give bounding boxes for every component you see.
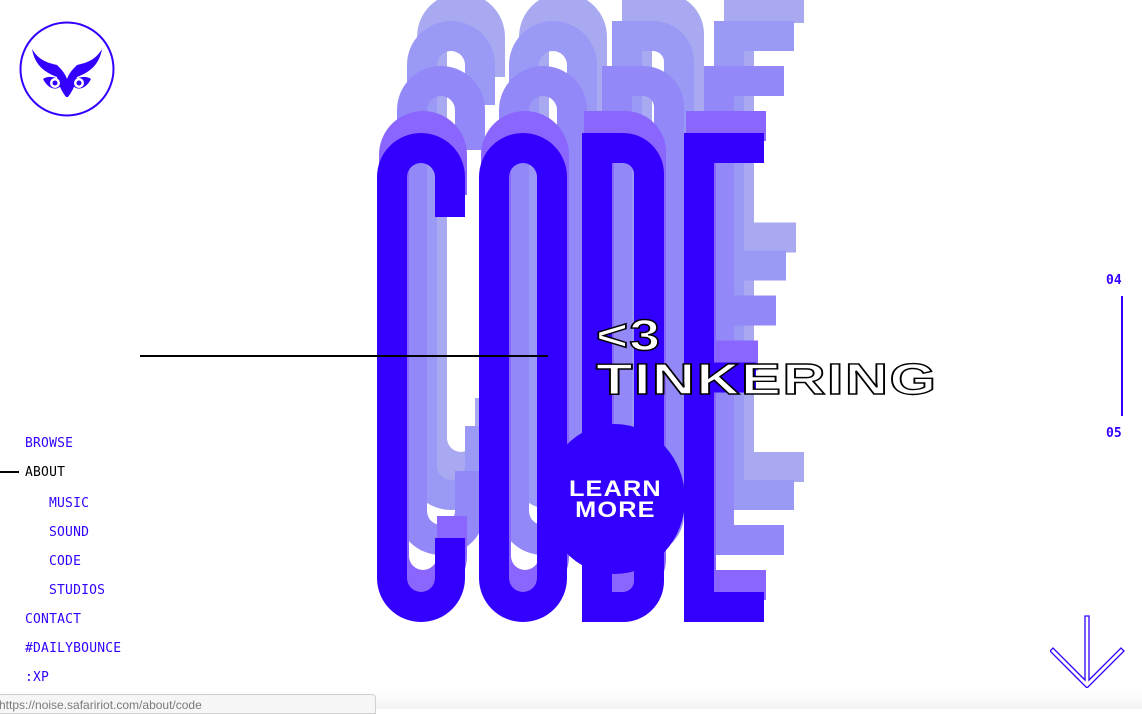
pager-current[interactable]: 04: [1106, 273, 1122, 288]
section-pager: 04 05: [1100, 270, 1142, 450]
decorative-divider-line: [140, 355, 548, 357]
browser-status-bar: https://noise.safaririot.com/about/code: [0, 694, 376, 714]
headline-heart: <3: [595, 311, 662, 360]
pager-progress-line: [1121, 296, 1123, 416]
code-layer-4: [417, 0, 804, 482]
owl-mask-icon: [19, 21, 115, 117]
hero-headline: <3 TINKERING: [595, 313, 937, 402]
pager-next[interactable]: 05: [1106, 426, 1122, 441]
letter-c: [417, 0, 505, 482]
letter-d: [622, 0, 704, 482]
letter-c: [407, 21, 495, 510]
letter-o: [479, 133, 567, 622]
nav-item-browse[interactable]: BROWSE: [25, 436, 73, 451]
nav-item-dailybounce[interactable]: #DAILYBOUNCE: [25, 641, 121, 656]
nav-item-studios[interactable]: STUDIOS: [49, 583, 105, 598]
scroll-down-button[interactable]: [1049, 614, 1126, 689]
learn-more-line2: MORE: [574, 497, 656, 522]
logo[interactable]: [19, 21, 115, 117]
nav-item-xp[interactable]: :XP: [25, 670, 49, 685]
letter-e: [724, 0, 804, 482]
letter-e: [704, 66, 784, 555]
nav-item-sound[interactable]: SOUND: [49, 525, 89, 540]
nav-item-about[interactable]: ABOUT: [25, 465, 65, 480]
nav-item-code[interactable]: CODE: [49, 554, 81, 569]
learn-more-button[interactable]: LEARN MORE: [545, 424, 685, 574]
nav-item-music[interactable]: MUSIC: [49, 496, 89, 511]
nav-item-contact[interactable]: CONTACT: [25, 612, 81, 627]
letter-e: [714, 21, 794, 510]
learn-more-line1: LEARN: [568, 476, 662, 501]
active-indicator: [0, 471, 19, 473]
letter-c: [397, 66, 485, 555]
letter-o: [519, 0, 607, 482]
arrow-down-icon: [1049, 615, 1125, 689]
letter-c: [377, 133, 465, 622]
headline-title: TINKERING: [595, 355, 938, 404]
